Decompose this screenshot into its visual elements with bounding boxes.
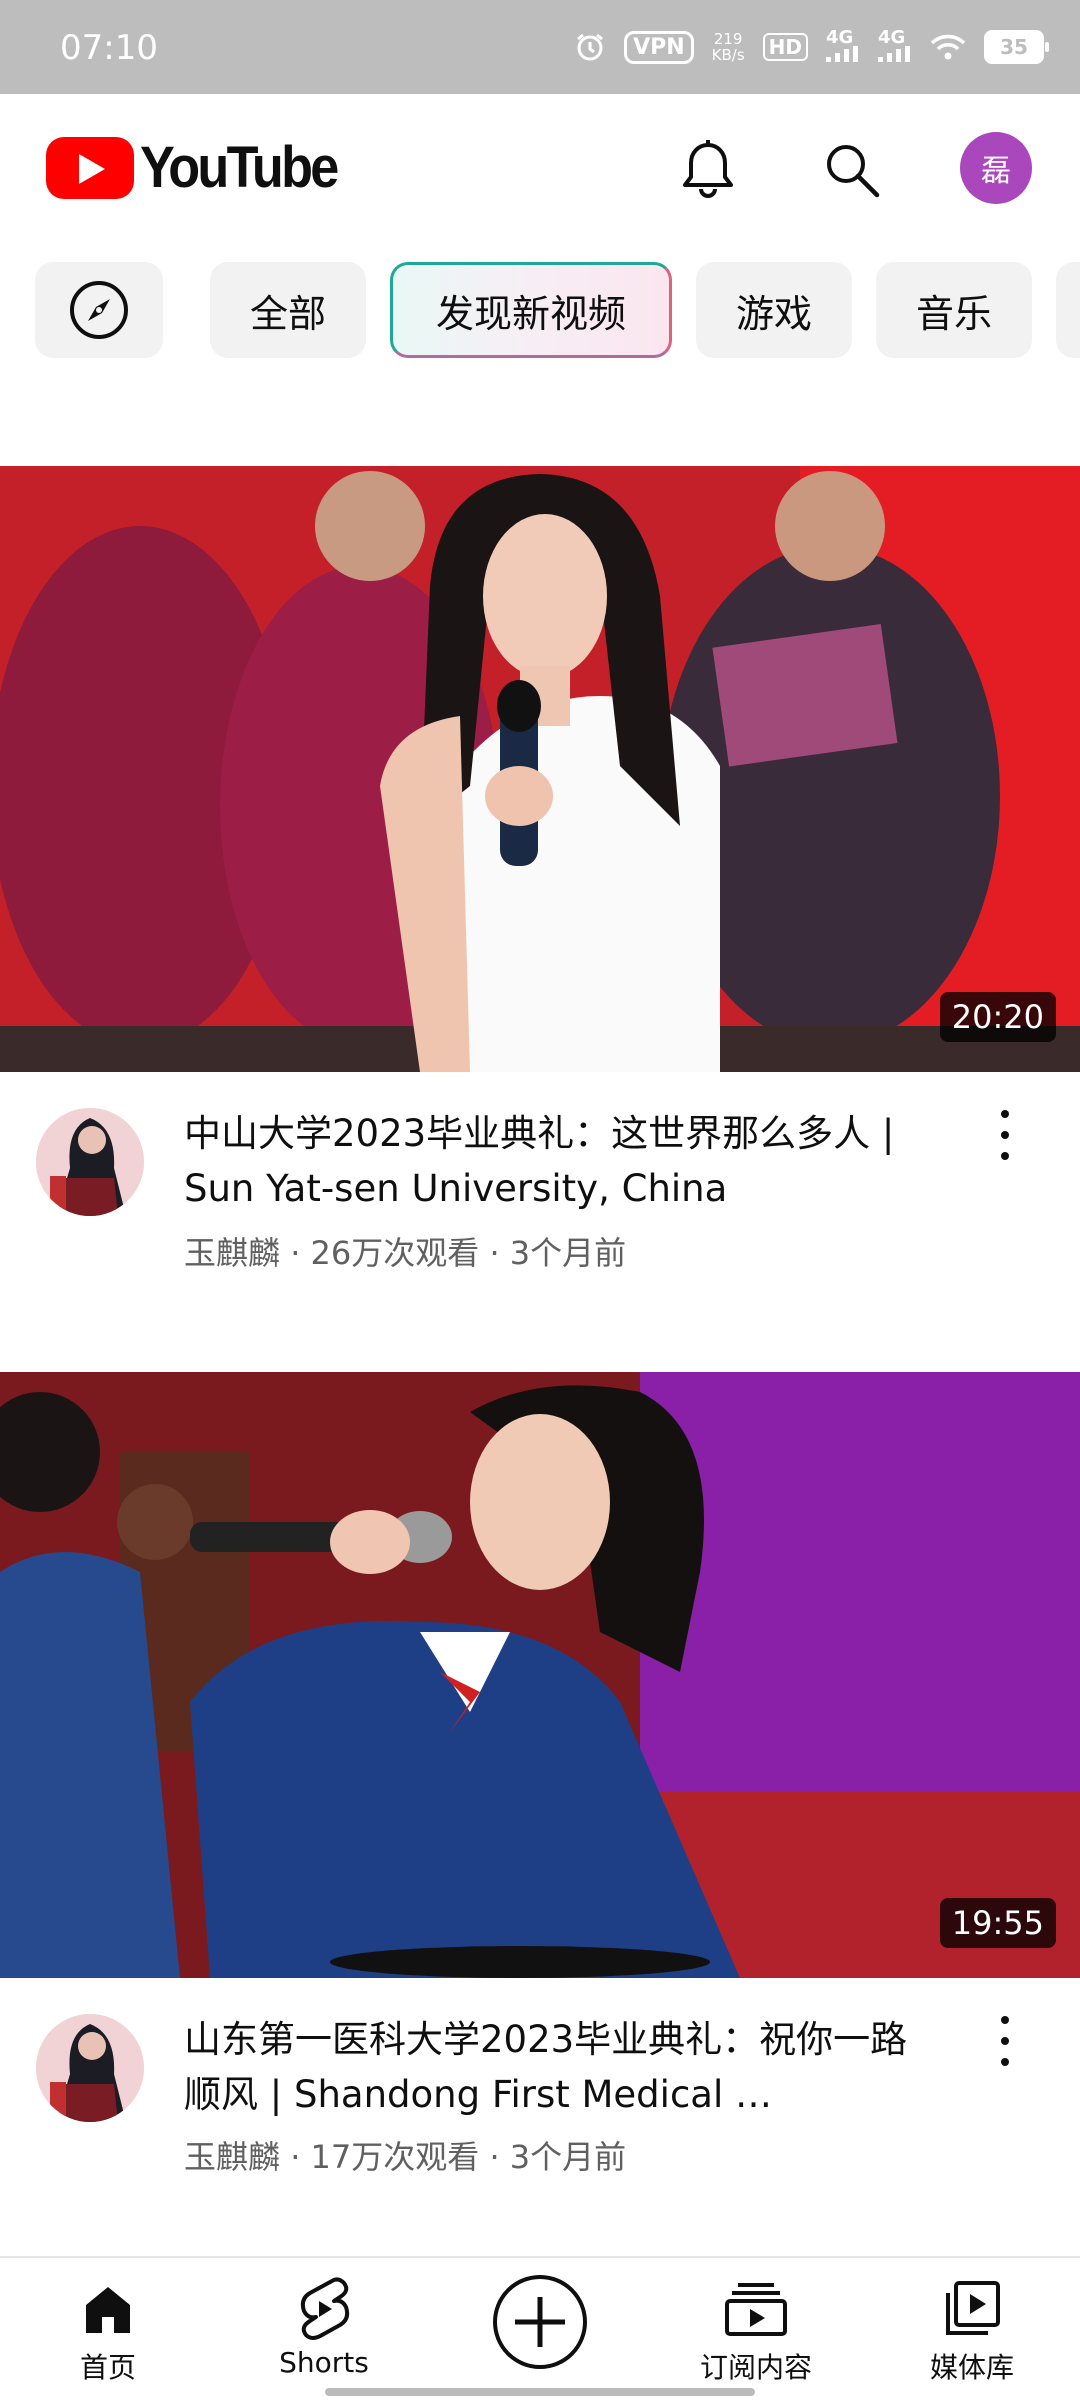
signal-4g-1: 4G [826, 26, 860, 65]
nav-create[interactable] [450, 2258, 630, 2402]
library-icon [942, 2274, 1002, 2344]
signal-bars-icon [826, 45, 858, 62]
compass-icon [70, 281, 128, 339]
bottom-navigation: 首页 Shorts 订阅内容 媒体库 [0, 2256, 1080, 2402]
nav-home[interactable]: 首页 [18, 2258, 198, 2402]
channel-name[interactable]: 玉麒麟 [184, 1234, 280, 1272]
nav-library[interactable]: 媒体库 [882, 2258, 1062, 2402]
nav-home-label: 首页 [79, 2351, 136, 2384]
chip-music[interactable]: 音乐 [876, 262, 1032, 358]
search-button[interactable] [812, 130, 892, 210]
status-bar: 07:10 VPN 219 KB/s HD 4G 4G 35 [0, 0, 1080, 94]
gesture-home-bar[interactable] [325, 2388, 755, 2396]
network-speed-unit: KB/s [711, 46, 745, 64]
home-icon [80, 2274, 136, 2344]
more-options-button[interactable] [990, 1110, 1020, 1160]
network-speed: 219 KB/s [712, 31, 745, 63]
video-duration: 20:20 [939, 992, 1056, 1042]
shorts-icon [296, 2274, 352, 2344]
battery-icon: 35 [984, 30, 1049, 64]
nav-subscriptions-label: 订阅内容 [699, 2351, 812, 2384]
notifications-bell-icon [683, 140, 733, 198]
signal-bars-icon [878, 45, 910, 62]
more-vert-icon [1001, 1110, 1009, 1118]
youtube-logo[interactable]: YouTube [46, 134, 358, 201]
wifi-icon [930, 33, 966, 61]
video-duration: 19:55 [939, 1898, 1056, 1948]
signal-4g-2-label: 4G [878, 26, 906, 48]
status-time: 07:10 [60, 28, 158, 68]
video-metadata: 玉麒麟 · 26万次观看 · 3个月前 [184, 1228, 626, 1274]
nav-shorts-label: Shorts [279, 2346, 369, 2379]
more-options-button[interactable] [990, 2016, 1020, 2066]
nav-library-label: 媒体库 [929, 2351, 1014, 2384]
meta-separator: · [290, 2138, 301, 2176]
video-title[interactable]: 山东第一医科大学2023毕业典礼：祝你一路顺风 | Shandong First… [184, 2012, 924, 2122]
hd-voice-badge: HD [762, 33, 808, 61]
status-icons: VPN 219 KB/s HD 4G 4G 35 [574, 22, 1049, 72]
upload-age: 3个月前 [509, 2138, 627, 2176]
search-icon [827, 145, 880, 198]
video-thumbnail[interactable]: 20:20 [0, 466, 1080, 1072]
subscriptions-icon [724, 2274, 788, 2344]
account-avatar[interactable]: 磊 [960, 132, 1032, 204]
video-title[interactable]: 中山大学2023毕业典礼：这世界那么多人 | Sun Yat-sen Unive… [184, 1106, 924, 1216]
channel-name[interactable]: 玉麒麟 [184, 2138, 280, 2176]
alarm-icon [574, 31, 606, 63]
explore-chip[interactable] [35, 262, 163, 358]
app-header: YouTube 磊 [0, 94, 1080, 244]
vpn-badge: VPN [624, 30, 694, 64]
more-vert-icon [1001, 2016, 1009, 2024]
meta-separator: · [489, 2138, 500, 2176]
nav-shorts[interactable]: Shorts [234, 2258, 414, 2402]
meta-separator: · [290, 1234, 301, 1272]
filter-chips-bar: 全部 发现新视频 游戏 音乐 [0, 262, 1080, 362]
youtube-play-icon [46, 136, 134, 199]
channel-avatar[interactable] [36, 1108, 144, 1216]
thumbnail-image [0, 1372, 1080, 1978]
nav-subscriptions[interactable]: 订阅内容 [666, 2258, 846, 2402]
network-speed-value: 219 [713, 30, 743, 48]
thumbnail-image [0, 466, 1080, 1072]
chip-more-partial[interactable] [1056, 262, 1080, 358]
view-count: 26万次观看 [310, 1234, 480, 1272]
signal-4g-1-label: 4G [826, 26, 854, 48]
channel-avatar-image [36, 1108, 144, 1216]
chip-discover-new[interactable]: 发现新视频 [390, 262, 672, 358]
chip-all[interactable]: 全部 [210, 262, 366, 358]
youtube-logo-text: YouTube [140, 135, 339, 200]
chip-gaming[interactable]: 游戏 [696, 262, 852, 358]
video-metadata: 玉麒麟 · 17万次观看 · 3个月前 [184, 2132, 626, 2178]
upload-age: 3个月前 [509, 1234, 627, 1272]
notifications-button[interactable] [668, 130, 748, 210]
channel-avatar[interactable] [36, 2014, 144, 2122]
view-count: 17万次观看 [310, 2138, 480, 2176]
create-plus-icon [491, 2272, 589, 2372]
meta-separator: · [489, 1234, 500, 1272]
channel-avatar-image [36, 2014, 144, 2122]
video-thumbnail[interactable]: 19:55 [0, 1372, 1080, 1978]
signal-4g-2: 4G [878, 26, 912, 65]
